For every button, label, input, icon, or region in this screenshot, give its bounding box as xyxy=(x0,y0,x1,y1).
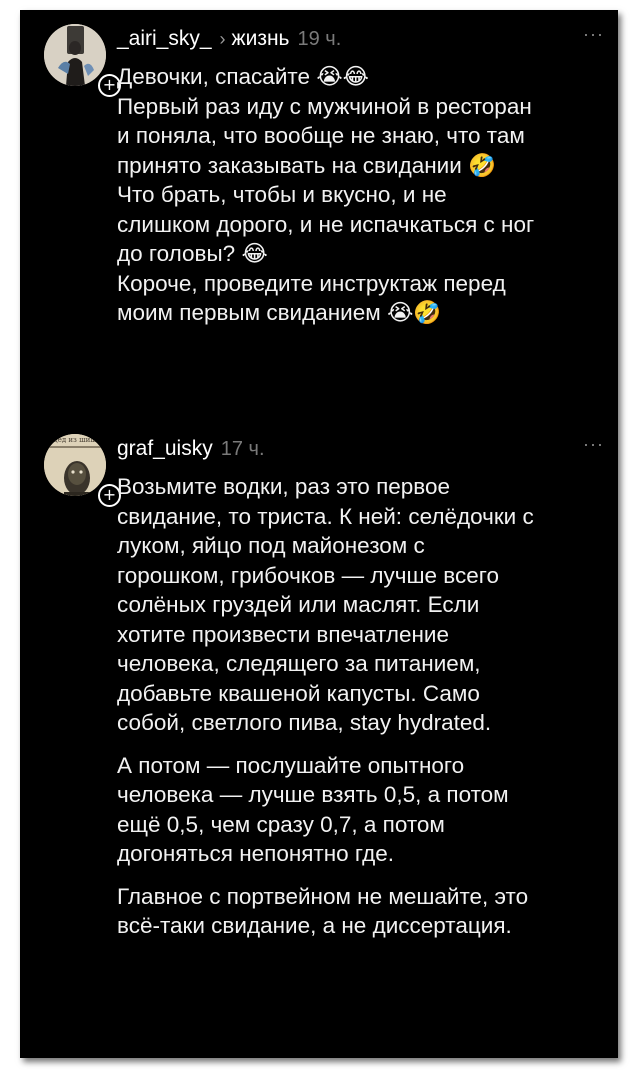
chevron-right-icon: › xyxy=(219,29,226,49)
post-paragraph: Главное с портвейном не мешайте, это всё… xyxy=(117,883,529,939)
post-paragraph: Девочки, спасайте 😭😂 Первый раз иду с му… xyxy=(117,64,535,325)
avatar-container[interactable]: Дед из шишки + xyxy=(44,434,121,507)
post-paragraph: Возьмите водки, раз это первое свидание,… xyxy=(117,474,534,735)
timestamp: 17 ч. xyxy=(220,438,265,460)
more-icon[interactable]: ··· xyxy=(583,434,604,455)
avatar-caption: Дед из шишки xyxy=(52,436,106,444)
more-icon[interactable]: ··· xyxy=(583,24,604,45)
timestamp: 19 ч. xyxy=(297,28,342,50)
post-body: Возьмите водки, раз это первое свидание,… xyxy=(117,472,611,954)
avatar-container[interactable]: + xyxy=(44,24,121,97)
post-body: Девочки, спасайте 😭😂 Первый раз иду с му… xyxy=(117,62,611,328)
topic-link[interactable]: жизнь xyxy=(232,27,290,51)
avatar[interactable]: Дед из шишки xyxy=(44,434,106,496)
username[interactable]: _airi_sky_ xyxy=(117,27,212,51)
post-header: _airi_sky_ › жизнь 19 ч. xyxy=(117,27,341,51)
username[interactable]: graf_uisky xyxy=(117,437,213,461)
post-paragraph: А потом — послушайте опытного человека —… xyxy=(117,752,509,867)
avatar[interactable] xyxy=(44,24,106,86)
post-header: graf_uisky 17 ч. xyxy=(117,437,265,461)
avatar-image xyxy=(44,24,106,86)
screenshot-frame: + _airi_sky_ › жизнь 19 ч. ··· Девочки, … xyxy=(20,10,618,1058)
